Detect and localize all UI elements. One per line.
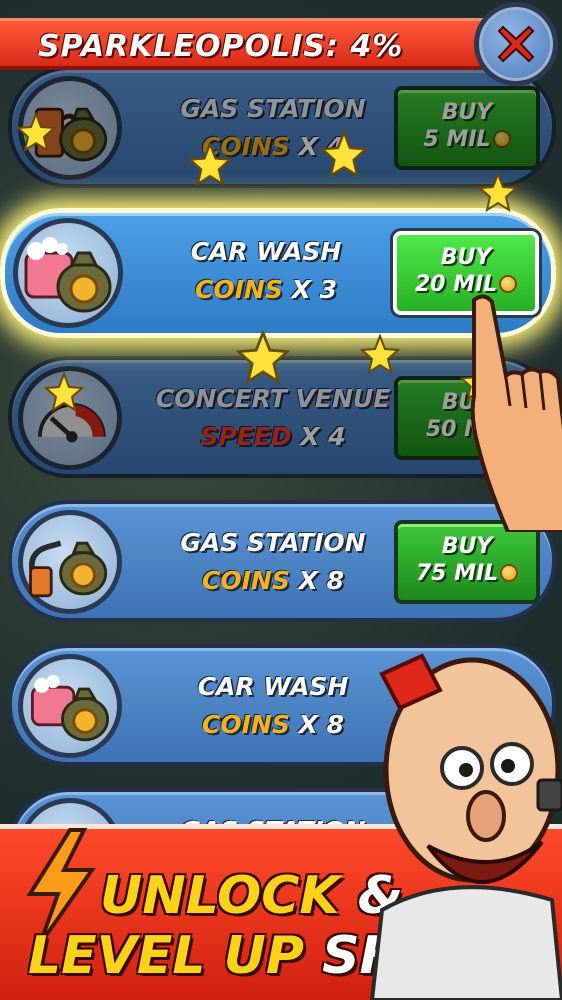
sparkle-star-icon — [15, 111, 57, 153]
shop-row-gas-station-1: GAS STATION COINS X 4 BUY 5 MIL — [8, 66, 556, 188]
coin-icon — [500, 564, 519, 582]
bonus-type: COINS — [202, 566, 290, 595]
bonus-multiplier: X 8 — [298, 710, 344, 739]
pointing-hand-icon — [448, 286, 562, 534]
close-button[interactable] — [474, 2, 558, 86]
sparkle-star-icon — [477, 171, 519, 213]
page-title: SPARKLEOPOLIS: 4% — [38, 29, 404, 64]
buy-label: BUY — [440, 245, 492, 270]
car-wash-sponge-coin-bag-icon — [18, 654, 122, 758]
sparkle-star-icon — [235, 328, 291, 385]
shop-name: GAS STATION — [180, 528, 366, 557]
bonus-type: COINS — [195, 275, 283, 304]
bonus-type: SPEED — [200, 422, 292, 451]
price-value: 75 MIL — [415, 561, 499, 586]
sparkle-star-icon — [187, 141, 233, 187]
shop-name: GAS STATION — [180, 94, 366, 123]
car-wash-sponge-coin-bag-icon — [13, 218, 123, 328]
buy-label: BUY — [441, 534, 493, 559]
buy-price: 75 MIL — [398, 561, 536, 586]
bonus-multiplier: X 8 — [298, 566, 344, 595]
bonus-type: COINS — [202, 710, 290, 739]
scientist-character — [352, 620, 562, 1000]
shop-bonus: COINS X 3 — [133, 275, 399, 304]
buy-label: BUY — [441, 100, 493, 125]
bonus-multiplier: X 4 — [300, 422, 346, 451]
promo-unlock: UNLOCK — [100, 866, 340, 926]
sparkle-star-icon — [43, 371, 85, 413]
coin-icon — [492, 130, 511, 148]
shop-name: CAR WASH — [190, 237, 342, 266]
promo-level-up: LEVEL UP — [28, 926, 304, 986]
shop-bonus: SPEED X 4 — [140, 422, 406, 451]
buy-button[interactable]: BUY 75 MIL — [394, 520, 540, 604]
bonus-multiplier: X 3 — [291, 275, 337, 304]
gas-pump-coin-bag-icon — [18, 510, 122, 614]
sparkle-star-icon — [359, 333, 401, 375]
shop-name: CONCERT VENUE — [155, 384, 391, 413]
price-value: 5 MIL — [423, 127, 491, 152]
close-icon — [497, 25, 535, 63]
sparkle-star-icon — [319, 129, 369, 179]
buy-button[interactable]: BUY 5 MIL — [394, 86, 540, 170]
buy-price: 5 MIL — [398, 127, 536, 152]
shop-bonus: COINS X 8 — [140, 566, 406, 595]
title-bar: SPARKLEOPOLIS: 4% — [0, 18, 500, 70]
